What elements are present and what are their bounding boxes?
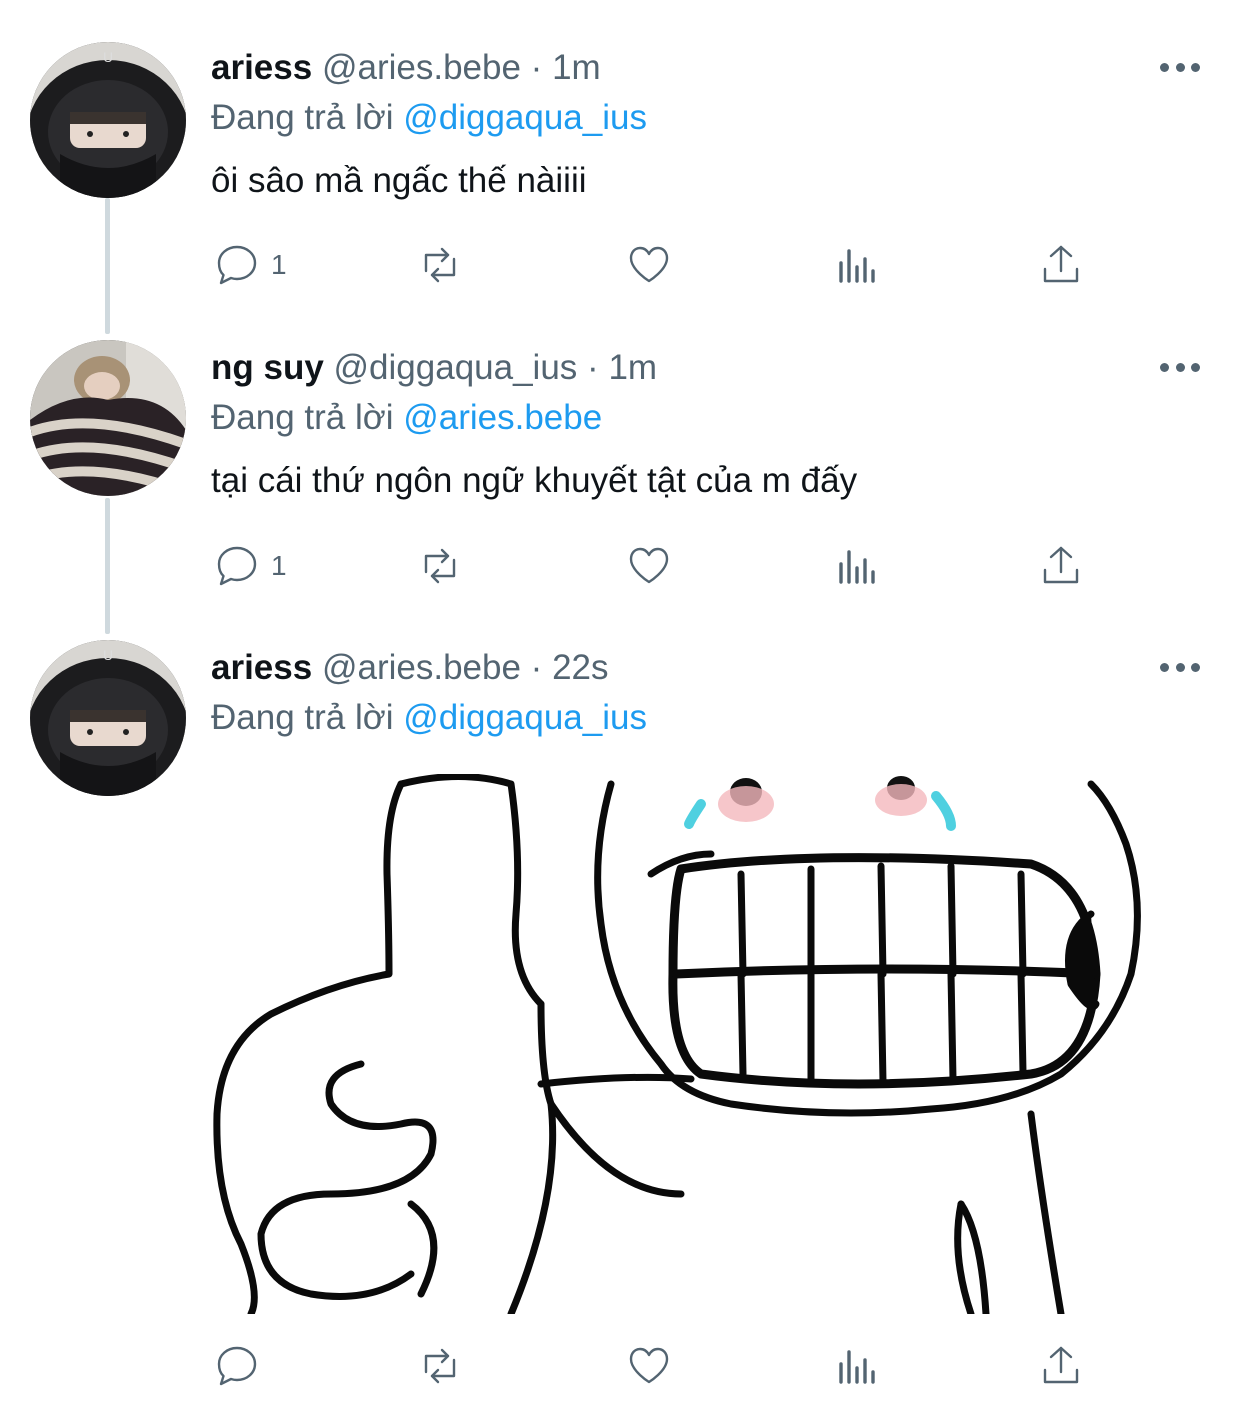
tweet-header: ariess @aries.bebe · 1m bbox=[211, 48, 601, 88]
heart-icon bbox=[629, 246, 669, 283]
like-button[interactable] bbox=[625, 1336, 673, 1396]
retweet-button[interactable] bbox=[416, 1336, 464, 1396]
heart-icon bbox=[629, 547, 669, 584]
replying-to: Đang trả lời @diggaqua_ius bbox=[211, 98, 647, 138]
reply-button[interactable] bbox=[213, 1336, 271, 1396]
user-handle[interactable]: @diggaqua_ius bbox=[334, 348, 578, 387]
reply-count: 1 bbox=[271, 550, 287, 581]
share-icon bbox=[1043, 245, 1079, 283]
retweet-icon bbox=[424, 247, 456, 283]
analytics-icon bbox=[839, 1350, 875, 1384]
thread-connector bbox=[105, 498, 110, 634]
separator-dot: · bbox=[587, 348, 599, 387]
svg-text:U: U bbox=[103, 647, 113, 663]
replying-to: Đang trả lời @aries.bebe bbox=[211, 398, 602, 438]
replying-label: Đang trả lời bbox=[211, 98, 394, 137]
analytics-button[interactable] bbox=[831, 1336, 879, 1396]
reply-icon bbox=[217, 546, 257, 586]
reply-icon bbox=[217, 1346, 257, 1386]
replying-label: Đang trả lời bbox=[211, 698, 394, 737]
analytics-icon bbox=[839, 550, 875, 584]
svg-text:U: U bbox=[103, 49, 113, 65]
timestamp[interactable]: 1m bbox=[552, 48, 601, 87]
analytics-button[interactable] bbox=[831, 536, 879, 596]
like-button[interactable] bbox=[625, 536, 673, 596]
heart-icon bbox=[629, 1347, 669, 1384]
timestamp[interactable]: 1m bbox=[608, 348, 657, 387]
striped-sweater-avatar-icon bbox=[30, 340, 186, 496]
avatar[interactable]: U bbox=[30, 42, 186, 198]
replying-label: Đang trả lời bbox=[211, 398, 394, 437]
mention-link[interactable]: @aries.bebe bbox=[403, 398, 602, 437]
display-name[interactable]: ariess bbox=[211, 48, 312, 87]
more-options-icon[interactable] bbox=[1160, 660, 1200, 674]
retweet-icon bbox=[424, 548, 456, 584]
avatar[interactable]: U bbox=[30, 640, 186, 796]
reply-icon bbox=[217, 245, 257, 285]
thread-connector bbox=[105, 198, 110, 334]
share-button[interactable] bbox=[1037, 536, 1085, 596]
helmet-avatar-icon: U bbox=[30, 42, 186, 198]
helmet-avatar-icon: U bbox=[30, 640, 186, 796]
tweet-text: tại cái thứ ngôn ngữ khuyết tật của m đấ… bbox=[211, 461, 858, 500]
retweet-button[interactable] bbox=[416, 235, 464, 295]
avatar[interactable] bbox=[30, 340, 186, 496]
thumbs-up-crying-meme-icon bbox=[213, 774, 1141, 1314]
user-handle[interactable]: @aries.bebe bbox=[322, 48, 521, 87]
analytics-icon bbox=[839, 249, 875, 283]
reply-button[interactable]: 1 bbox=[213, 235, 287, 295]
tweet-actions bbox=[211, 1336, 1211, 1396]
tweet-actions: 1 bbox=[211, 235, 1211, 295]
share-button[interactable] bbox=[1037, 1336, 1085, 1396]
separator-dot: · bbox=[530, 648, 543, 687]
tweet-text: ôi sâo mầ ngấc thế nàiiii bbox=[211, 161, 587, 200]
display-name[interactable]: ng suy bbox=[211, 348, 324, 387]
display-name[interactable]: ariess bbox=[211, 648, 312, 687]
user-handle[interactable]: @aries.bebe bbox=[322, 648, 521, 687]
retweet-icon bbox=[424, 1348, 456, 1384]
separator-dot: · bbox=[530, 48, 543, 87]
retweet-button[interactable] bbox=[416, 536, 464, 596]
share-icon bbox=[1043, 1346, 1079, 1384]
mention-link[interactable]: @diggaqua_ius bbox=[403, 98, 647, 137]
more-options-icon[interactable] bbox=[1160, 60, 1200, 74]
mention-link[interactable]: @diggaqua_ius bbox=[403, 698, 647, 737]
tweet-actions: 1 bbox=[211, 536, 1211, 596]
tweet-header: ng suy @diggaqua_ius · 1m bbox=[211, 348, 657, 388]
timestamp[interactable]: 22s bbox=[552, 648, 608, 687]
share-button[interactable] bbox=[1037, 235, 1085, 295]
analytics-button[interactable] bbox=[831, 235, 879, 295]
share-icon bbox=[1043, 546, 1079, 584]
reply-count: 1 bbox=[271, 249, 287, 280]
meme-image[interactable] bbox=[211, 774, 1141, 1314]
like-button[interactable] bbox=[625, 235, 673, 295]
more-options-icon[interactable] bbox=[1160, 360, 1200, 374]
tweet-header: ariess @aries.bebe · 22s bbox=[211, 648, 609, 688]
reply-button[interactable]: 1 bbox=[213, 536, 287, 596]
replying-to: Đang trả lời @diggaqua_ius bbox=[211, 698, 647, 738]
